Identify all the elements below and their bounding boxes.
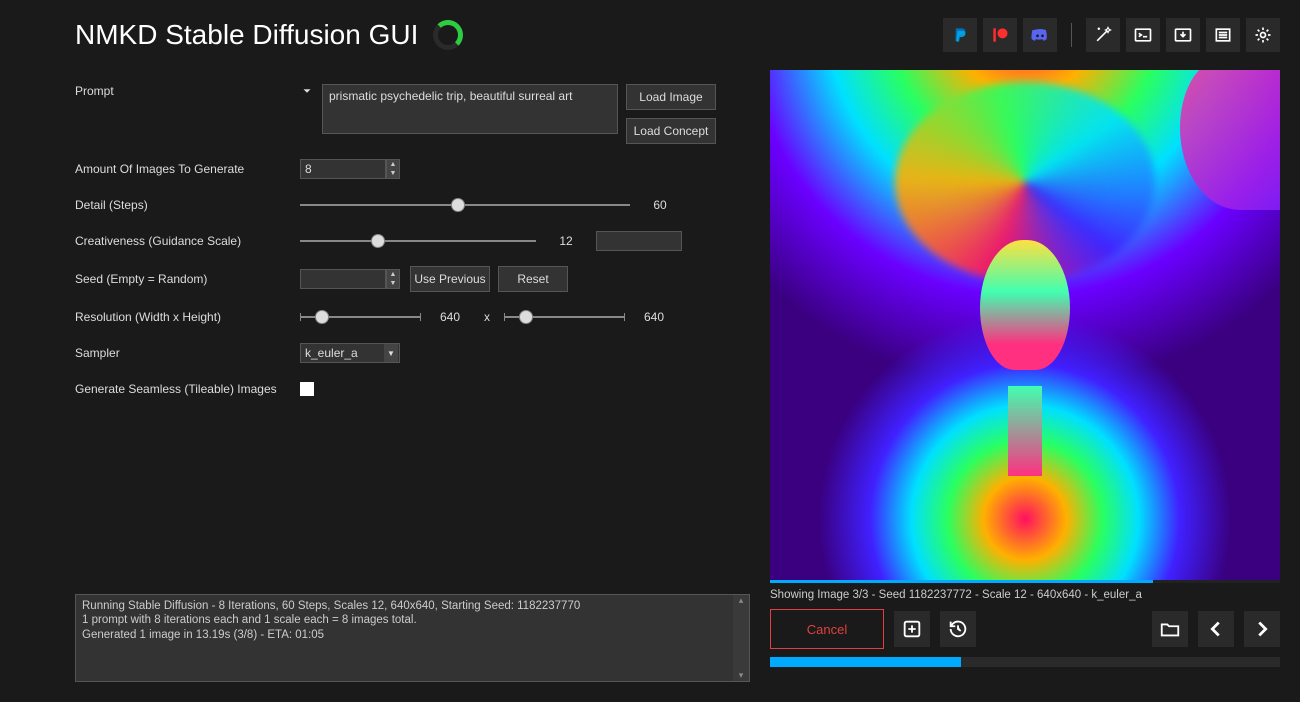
guidance-extra-box[interactable] bbox=[596, 231, 682, 251]
width-slider[interactable] bbox=[300, 308, 420, 326]
sampler-label: Sampler bbox=[75, 346, 300, 360]
list-icon[interactable] bbox=[1206, 18, 1240, 52]
width-value: 640 bbox=[420, 310, 480, 324]
amount-label: Amount Of Images To Generate bbox=[75, 162, 300, 176]
sampler-select[interactable]: k_euler_a ▼ bbox=[300, 343, 400, 363]
separator bbox=[1071, 23, 1072, 47]
seamless-label: Generate Seamless (Tileable) Images bbox=[75, 382, 300, 396]
sampler-value: k_euler_a bbox=[305, 346, 358, 360]
height-slider[interactable] bbox=[504, 308, 624, 326]
detail-label: Detail (Steps) bbox=[75, 198, 300, 212]
height-value: 640 bbox=[624, 310, 684, 324]
steps-value: 60 bbox=[630, 198, 690, 212]
download-icon[interactable] bbox=[1166, 18, 1200, 52]
chevron-down-icon: ▼ bbox=[384, 344, 398, 362]
app-title: NMKD Stable Diffusion GUI bbox=[75, 19, 418, 51]
guidance-value: 12 bbox=[536, 234, 596, 248]
log-line: Generated 1 image in 13.19s (3/8) - ETA:… bbox=[82, 628, 743, 642]
log-scrollbar[interactable]: ▴▾ bbox=[733, 595, 749, 681]
amount-spinner[interactable]: ▲▼ bbox=[386, 159, 400, 179]
paypal-icon[interactable] bbox=[943, 18, 977, 52]
wand-icon[interactable] bbox=[1086, 18, 1120, 52]
cancel-button[interactable]: Cancel bbox=[770, 609, 884, 649]
prompt-input[interactable] bbox=[322, 84, 618, 134]
steps-slider[interactable] bbox=[300, 196, 630, 214]
log-panel: Running Stable Diffusion - 8 Iterations,… bbox=[75, 594, 750, 682]
folder-icon[interactable] bbox=[1152, 611, 1188, 647]
creative-label: Creativeness (Guidance Scale) bbox=[75, 234, 300, 248]
seed-spinner[interactable]: ▲▼ bbox=[386, 269, 400, 289]
spinner-icon bbox=[433, 20, 463, 50]
console-icon[interactable] bbox=[1126, 18, 1160, 52]
times-label: x bbox=[480, 310, 494, 324]
seed-label: Seed (Empty = Random) bbox=[75, 272, 300, 286]
seed-input[interactable] bbox=[300, 269, 386, 289]
patreon-icon[interactable] bbox=[983, 18, 1017, 52]
reset-button[interactable]: Reset bbox=[498, 266, 568, 292]
log-line: 1 prompt with 8 iterations each and 1 sc… bbox=[82, 613, 743, 627]
preview-infoline: Showing Image 3/3 - Seed 1182237772 - Sc… bbox=[770, 589, 1280, 601]
chevron-down-icon[interactable] bbox=[300, 84, 314, 98]
log-line: Running Stable Diffusion - 8 Iterations,… bbox=[82, 599, 743, 613]
seamless-checkbox[interactable] bbox=[300, 382, 314, 396]
guidance-slider[interactable] bbox=[300, 232, 536, 250]
batch-progress bbox=[770, 657, 1280, 667]
header: NMKD Stable Diffusion GUI bbox=[20, 0, 1280, 70]
prev-image-icon[interactable] bbox=[1198, 611, 1234, 647]
preview-image[interactable] bbox=[770, 70, 1280, 580]
settings-gear-icon[interactable] bbox=[1246, 18, 1280, 52]
load-image-button[interactable]: Load Image bbox=[626, 84, 716, 110]
amount-input[interactable] bbox=[300, 159, 386, 179]
save-plus-icon[interactable] bbox=[894, 611, 930, 647]
prompt-label: Prompt bbox=[75, 84, 300, 98]
use-previous-button[interactable]: Use Previous bbox=[410, 266, 490, 292]
resolution-label: Resolution (Width x Height) bbox=[75, 310, 300, 324]
next-image-icon[interactable] bbox=[1244, 611, 1280, 647]
discord-icon[interactable] bbox=[1023, 18, 1057, 52]
load-concept-button[interactable]: Load Concept bbox=[626, 118, 716, 144]
history-icon[interactable] bbox=[940, 611, 976, 647]
image-progress bbox=[770, 580, 1280, 583]
